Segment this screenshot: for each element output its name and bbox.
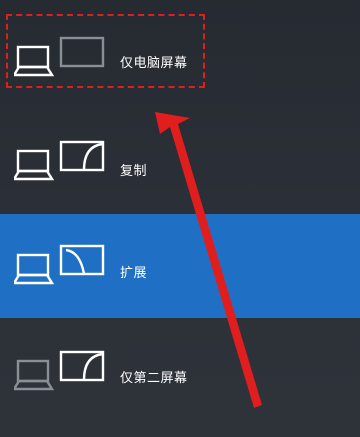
option-second-screen-only[interactable]: 仅第二屏幕 — [0, 322, 360, 426]
laptop-icon — [14, 253, 55, 285]
extend-icon — [14, 244, 105, 285]
laptop-icon — [14, 359, 55, 391]
monitor-icon — [59, 140, 105, 172]
option-duplicate[interactable]: 复制 — [0, 104, 360, 208]
duplicate-icon — [14, 140, 105, 181]
laptop-icon — [14, 149, 55, 181]
option-label: 仅第二屏幕 — [120, 371, 188, 386]
option-label: 复制 — [120, 164, 148, 179]
option-extend[interactable]: 扩展 — [0, 214, 360, 318]
option-label: 扩展 — [120, 266, 148, 281]
second-screen-only-icon — [14, 350, 105, 391]
highlight-box-annotation — [6, 14, 205, 88]
monitor-icon — [59, 350, 105, 382]
monitor-icon — [59, 244, 105, 276]
project-display-panel: 仅电脑屏幕 复制 扩展 仅第二屏幕 — [0, 0, 360, 437]
